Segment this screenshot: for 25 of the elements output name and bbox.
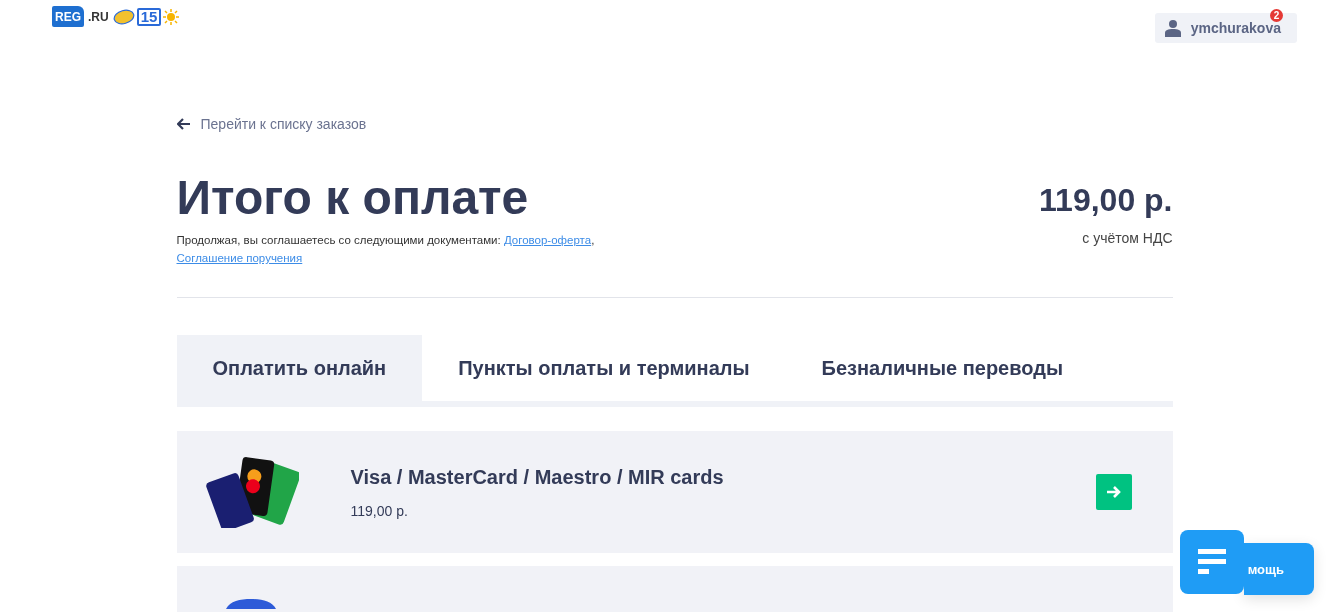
anniversary-badge: 15	[136, 7, 162, 26]
back-link[interactable]: Перейти к списку заказов	[176, 116, 367, 132]
document-link[interactable]: Соглашение поручения	[176, 252, 303, 264]
arrow-right-icon	[1105, 485, 1122, 499]
payment-method-card[interactable]: Visa / MasterCard / Maestro / MIR cards 119,00 р.	[176, 431, 1173, 553]
page-title: Итого к оплате	[176, 170, 530, 226]
tab[interactable]: Безналичные переводы	[785, 335, 1099, 401]
help-chat-button[interactable]: мощь	[1244, 543, 1314, 595]
tab[interactable]: Оплатить онлайн	[176, 335, 423, 401]
logo-text: .RU	[88, 9, 109, 24]
tax-note: с учётом НДС	[1081, 230, 1173, 246]
user-icon	[1164, 19, 1181, 37]
sun-icon	[163, 8, 180, 25]
coin-icon	[112, 8, 135, 25]
payment-amount: 119,00 р.	[350, 502, 409, 519]
payment-method-title: Visa / MasterCard / Maestro / MIR cards	[350, 465, 725, 489]
chat-lines-icon	[1198, 549, 1226, 575]
proceed-button[interactable]	[1095, 474, 1132, 510]
notification-badge: 2	[1270, 9, 1283, 22]
wallet-logo-icon	[225, 599, 276, 609]
arrow-left-icon	[176, 118, 191, 130]
logo-mark: REG	[52, 6, 84, 27]
agreement-text: Продолжая, вы соглашаетесь со следующими документами: Договор-оферта, Соглашение поручения	[176, 233, 596, 266]
tab[interactable]: Пункты оплаты и терминалы	[422, 335, 786, 401]
total-amount: 119,00 р.	[1039, 181, 1173, 220]
